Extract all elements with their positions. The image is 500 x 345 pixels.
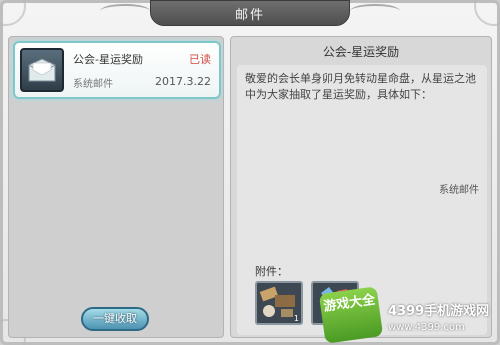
window-title: 邮件 [150,0,350,26]
attachments-label: 附件： [255,265,288,278]
mail-signature: 系统邮件 [439,185,479,196]
mail-list-item[interactable]: 公会-星运奖励 已读 系统邮件 2017.3.22 [13,41,221,99]
watermark-site-name: 4399手机游戏网 [388,304,490,319]
attachment-count-1: 1 [293,314,299,323]
mail-list-panel: 公会-星运奖励 已读 系统邮件 2017.3.22 一键收取 [8,36,224,338]
watermark: 游戏大全 4399手机游戏网 www.4399.com [318,286,500,345]
attachment-slot-1[interactable]: 1 [255,281,303,325]
mail-item-sender: 系统邮件 [73,79,113,90]
title-ornament-right [350,4,400,18]
mail-detail-title: 公会-星运奖励 [322,45,400,59]
mail-item-title: 公会-星运奖励 [73,53,143,66]
watermark-url: www.4399.com [388,322,465,333]
envelope-icon [20,48,64,92]
title-ornament-left [100,4,150,18]
claim-all-button[interactable]: 一键收取 [81,307,149,331]
watermark-logo: 游戏大全 [318,286,384,344]
mail-body-text: 敬爱的会长单身卯月免转动星命盘，从星运之池中为大家抽取了星运奖励，具体如下： [245,72,476,101]
mail-item-date: 2017.3.22 [155,75,211,88]
mail-read-status: 已读 [189,53,211,66]
